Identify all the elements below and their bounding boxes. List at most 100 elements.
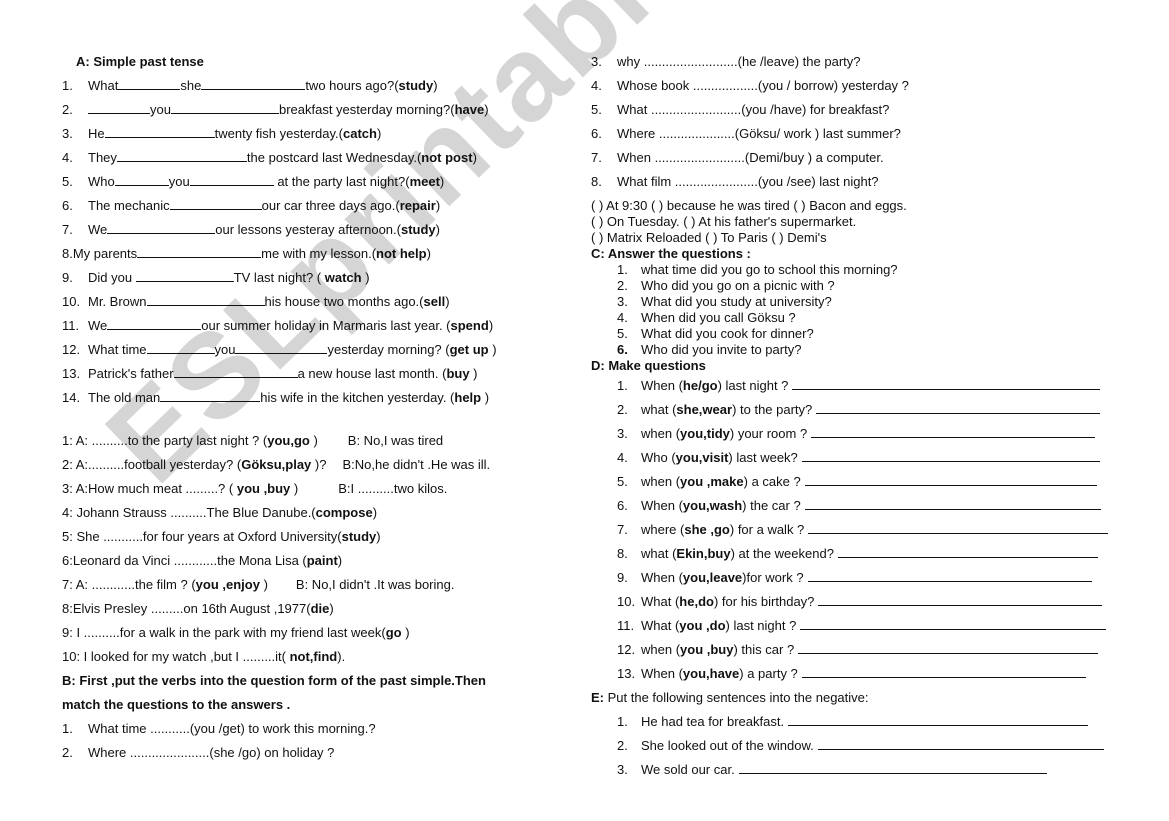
text-fragment: 10. [62,294,81,309]
answer-blank[interactable] [170,99,279,114]
answer-line[interactable] [804,471,1097,486]
section-d-item: 4. Who (you,visit) last week? [591,446,1151,470]
question-item: 5. What .........................(you /ha… [591,98,1151,122]
answer-blank[interactable] [114,171,169,186]
verb-hint: catch [343,126,377,141]
answer-line[interactable] [807,567,1092,582]
answer-blank[interactable] [107,315,202,330]
dotted-item: 1: A: ..........to the party last night … [62,429,542,453]
answer-blank[interactable] [169,195,262,210]
text-fragment: What ( [641,594,680,609]
verb-hint: spend [450,318,489,333]
text-fragment: ) [337,553,343,568]
verb-hint: you,leave [682,570,743,585]
text-fragment: 3: A:How much meat .........? ( [62,481,237,496]
section-d-item: 6. When (you,wash) the car ? [591,494,1151,518]
text-fragment: 9. [617,570,628,585]
answer-choices[interactable]: ( ) Matrix Reloaded ( ) To Paris ( ) Dem… [591,230,1151,246]
text-fragment: a new house last month. ( [297,366,447,381]
answer-line[interactable] [816,399,1101,414]
text-fragment: He had tea for breakfast. [641,714,785,729]
text-fragment: ) [435,222,440,237]
text-fragment: Who [88,174,115,189]
answer-blank[interactable] [235,339,328,354]
answer-line[interactable] [808,519,1109,534]
exercise-a-item: 1. What she two hours ago?(study) [62,74,542,98]
text-fragment: ) [481,390,490,405]
answer-blank[interactable] [146,339,215,354]
answer-line[interactable] [837,543,1098,558]
section-d-item: 13. When (you,have ) a party ? [591,662,1151,686]
answer-line[interactable] [801,447,1100,462]
verb-hint: not help [376,246,427,261]
text-fragment: TV last night? ( [233,270,325,285]
text-fragment: ) [290,481,299,496]
answer-blank[interactable] [104,123,215,138]
question-item: 4. Whose book ..................(you / bo… [591,74,1151,98]
section-d-item: 5. when (you ,make ) a cake ? [591,470,1151,494]
text-fragment: 2. [62,102,73,117]
answer-choices[interactable]: ( ) At 9:30 ( ) because he was tired ( )… [591,198,1151,214]
question-item: 8. What film .......................(you … [591,170,1151,194]
answer-line[interactable] [800,615,1107,630]
answer-line[interactable] [818,591,1103,606]
text-fragment: Did you [88,270,136,285]
text-fragment: 8. [617,546,628,561]
answer-blank[interactable] [173,363,298,378]
text-fragment: 13. [617,666,636,681]
text-fragment: When ( [641,666,683,681]
text-fragment: Mr. Brown [88,294,147,309]
right-column: 3. why ..........................(he /lea… [591,50,1151,782]
text-fragment: 2: A:..........football yesterday? ( [62,457,242,472]
text-fragment: )? [311,457,327,472]
answer-line[interactable] [811,423,1096,438]
answer-blank[interactable] [160,387,261,402]
verb-hint: he,do [679,594,714,609]
text-fragment: ) [433,78,438,93]
text-fragment: ) [361,270,370,285]
answer-blank[interactable] [135,267,234,282]
section-d-item: 3. when (you,tidy ) your room ? [591,422,1151,446]
answer-line[interactable] [738,759,1047,774]
text-fragment: his house two months ago.( [264,294,424,309]
answer-line[interactable] [817,735,1104,750]
text-fragment: ) last night ? [717,378,789,393]
exercise-a-item: 4. They the postcard last Wednesday.(not p… [62,146,542,170]
text-fragment: at the party last night?( [273,174,410,189]
text-fragment: ) [439,174,445,189]
text-fragment: ) your room ? [729,426,808,441]
text-fragment: you [168,174,190,189]
answer-line[interactable] [801,663,1086,678]
text-fragment: B:I ..........two kilos. [338,481,448,496]
text-fragment: What did you cook for dinner? [641,326,814,341]
text-fragment: 3. [617,762,628,777]
verb-hint: meet [409,174,440,189]
answer-blank[interactable] [88,99,150,114]
verb-hint: Ekin,buy [676,546,731,561]
text-fragment: ) for a walk ? [729,522,805,537]
answer-line[interactable] [792,375,1101,390]
section-c-item: 1. what time did you go to school this mo… [591,262,1151,278]
answer-choices[interactable]: ( ) On Tuesday. ( ) At his father's supe… [591,214,1151,230]
answer-blank[interactable] [107,219,216,234]
answer-blank[interactable] [118,75,181,90]
answer-blank[interactable] [201,75,306,90]
text-fragment: What time [88,342,147,357]
answer-blank[interactable] [146,291,265,306]
answer-line[interactable] [788,711,1089,726]
section-c-item: 6. Who did you invite to party? [591,342,1151,358]
answer-line[interactable] [804,495,1101,510]
verb-hint: you,wash [682,498,743,513]
text-fragment: 6:Leonard da Vinci ............the Mona … [62,553,307,568]
text-fragment: They [88,150,117,165]
answer-blank[interactable] [116,147,247,162]
dotted-item: 5: She ...........for four years at Oxfo… [62,525,542,549]
answer-blank[interactable] [189,171,274,186]
text-fragment: We sold our car. [641,762,735,777]
text-fragment: 3. [617,426,628,441]
answer-blank[interactable] [137,243,262,258]
text-fragment: 6. [617,342,628,357]
text-fragment: 1. [617,378,628,393]
text-fragment: Put the following sentences into the neg… [604,690,869,705]
answer-line[interactable] [798,639,1099,654]
